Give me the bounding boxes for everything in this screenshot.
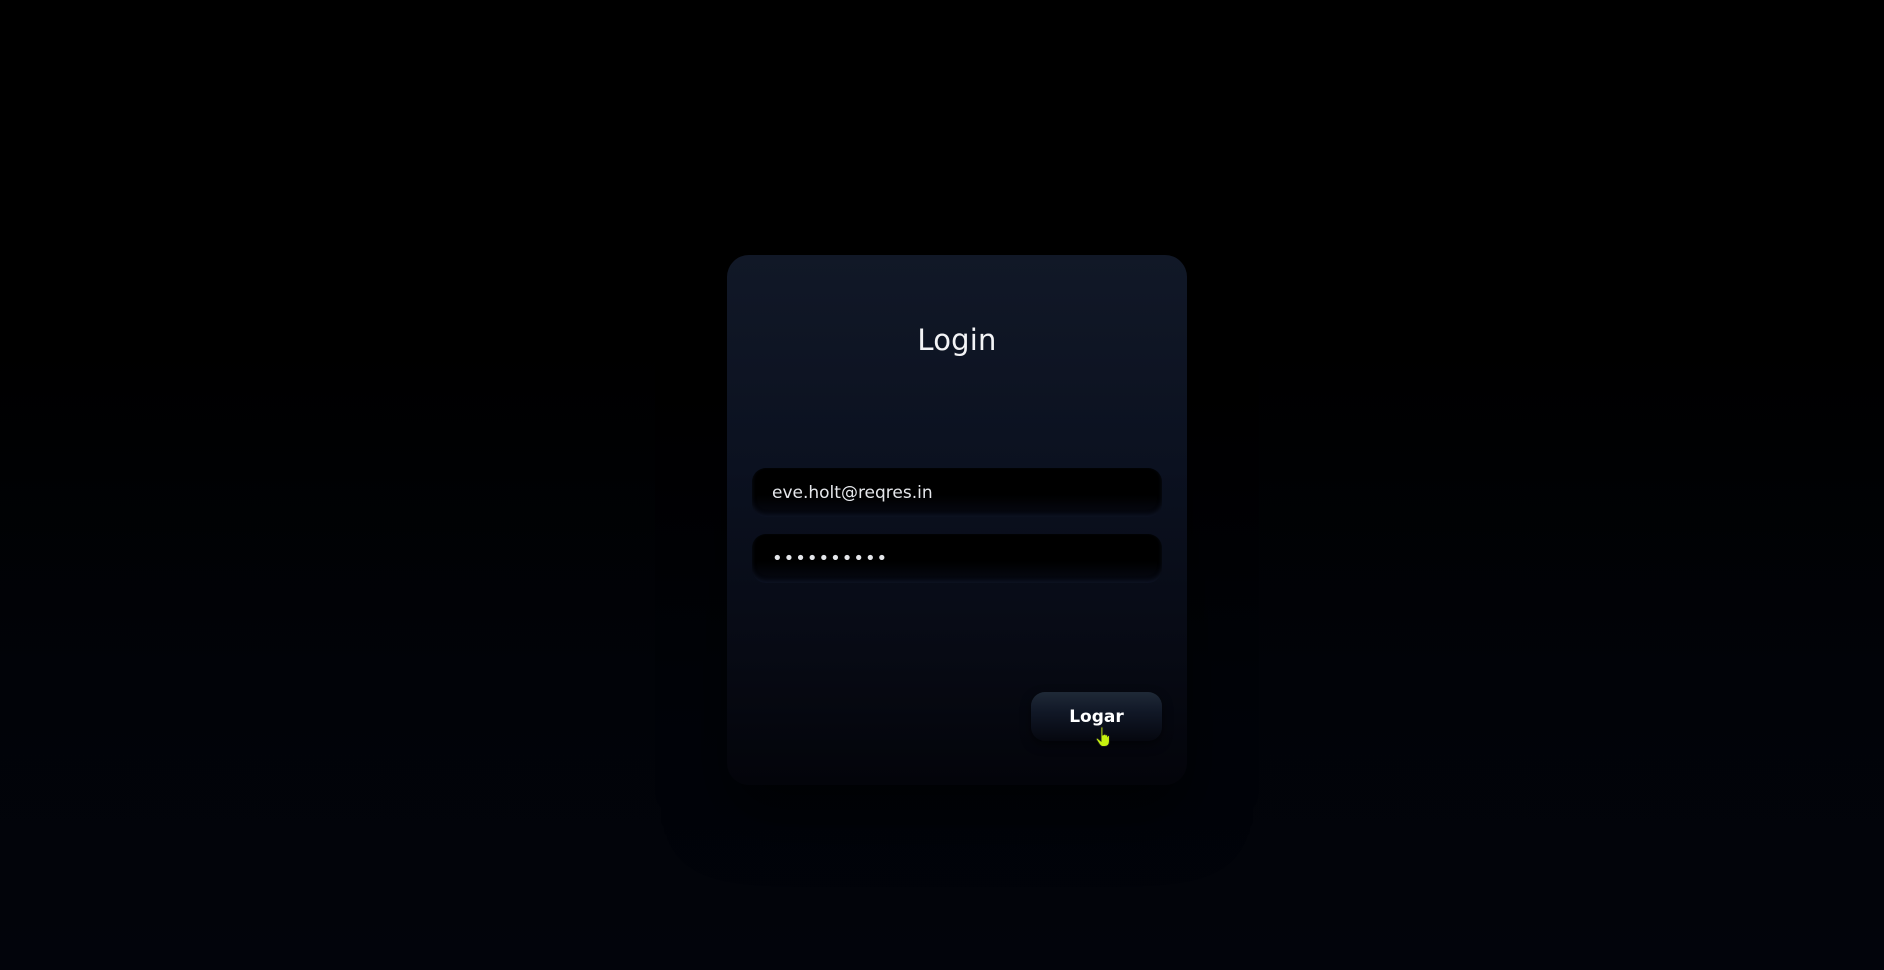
password-field[interactable]: ••••••••••: [752, 534, 1162, 583]
email-field[interactable]: eve.holt@reqres.in: [752, 468, 1162, 517]
login-card: Login eve.holt@reqres.in •••••••••• Loga…: [727, 255, 1187, 785]
hand-pointer-icon: [1095, 726, 1110, 747]
login-title: Login: [917, 323, 997, 357]
email-value: eve.holt@reqres.in: [772, 482, 933, 503]
password-value: ••••••••••: [772, 548, 889, 569]
